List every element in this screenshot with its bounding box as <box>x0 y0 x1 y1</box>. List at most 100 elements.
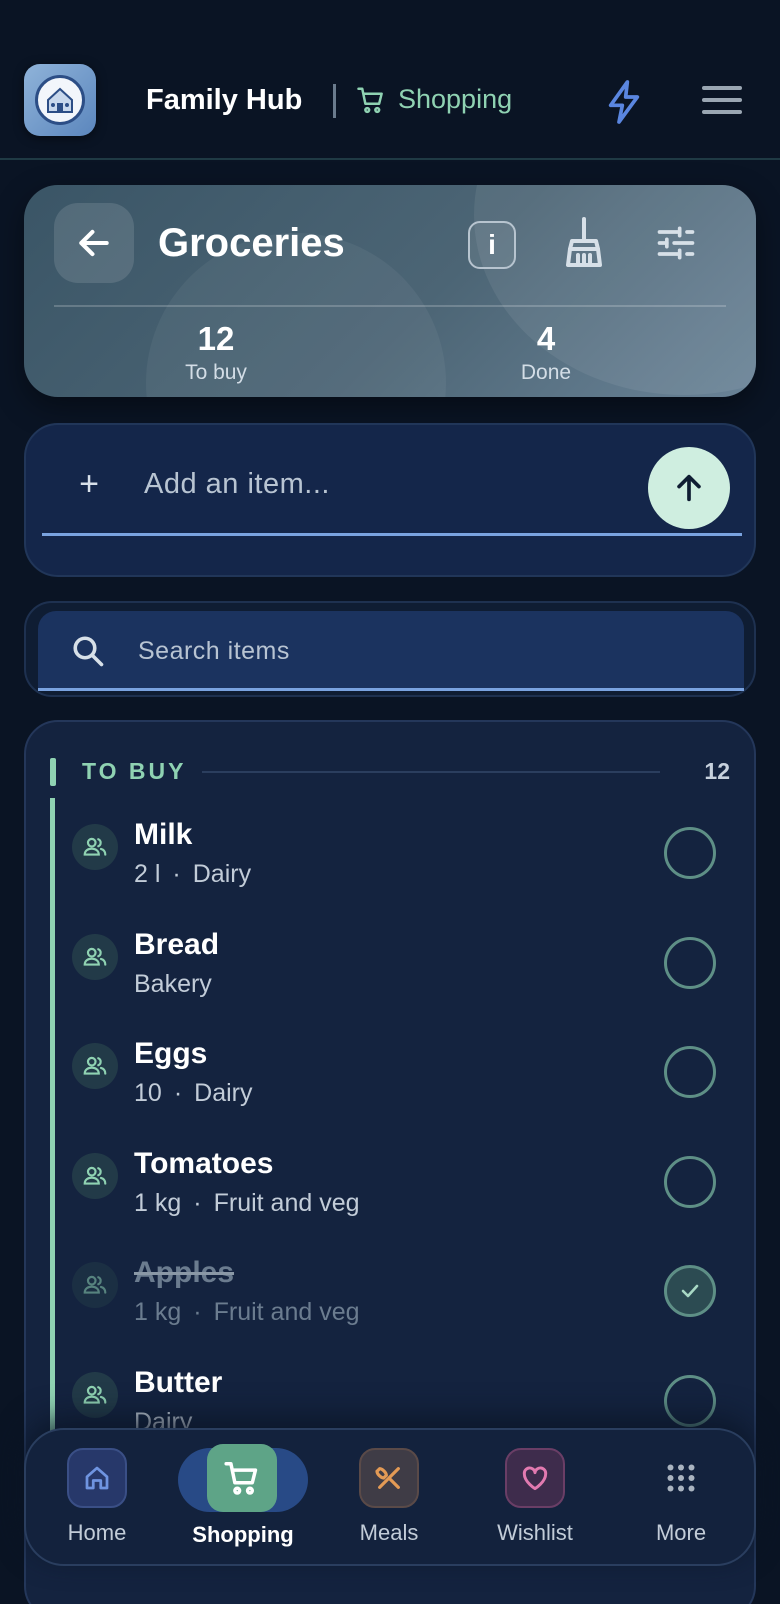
grid-icon <box>651 1448 711 1508</box>
shared-users-icon <box>72 1262 118 1308</box>
item-category: Fruit and veg <box>213 1298 360 1326</box>
nav-label: Home <box>67 1520 127 1545</box>
section-marker <box>50 758 56 786</box>
list-title: Groceries <box>158 221 345 265</box>
home-icon <box>67 1448 127 1508</box>
quick-action-button[interactable] <box>604 80 644 124</box>
stat-label: Done <box>520 361 572 384</box>
input-underline <box>42 533 742 536</box>
item-checkbox[interactable] <box>664 827 716 879</box>
item-checkbox[interactable] <box>664 1046 716 1098</box>
meta-separator: · <box>193 1188 202 1217</box>
menu-button[interactable] <box>702 86 742 116</box>
item-checkbox[interactable] <box>664 936 716 989</box>
add-item-card: + <box>24 423 756 577</box>
item-quantity: 1 kg <box>134 1188 182 1217</box>
clear-done-button[interactable] <box>560 215 608 271</box>
plus-icon: + <box>79 465 99 503</box>
list-item[interactable]: Milk 2 l · Dairy <box>66 818 726 918</box>
item-quantity: 1 kg <box>134 1298 182 1326</box>
bottom-navigation: Home Shopping Meals Wishlist More <box>24 1428 756 1566</box>
item-quantity: 2 l <box>134 860 161 888</box>
item-name: Apples <box>134 1256 235 1289</box>
list-item[interactable]: Apples 1 kg · Fruit and veg <box>66 1256 726 1356</box>
search-field <box>38 611 744 691</box>
search-icon <box>73 636 104 667</box>
app-header: Family Hub Shopping <box>0 0 780 160</box>
app-title: Family Hub <box>146 84 303 116</box>
nav-label: More <box>655 1520 707 1545</box>
meta-separator: · <box>193 1298 202 1326</box>
section-count: 12 <box>704 758 730 784</box>
item-category: Dairy <box>194 1079 253 1107</box>
item-quantity: 10 <box>134 1079 162 1107</box>
utensils-icon <box>359 1448 419 1508</box>
item-name: Tomatoes <box>134 1146 274 1180</box>
item-name: Bread <box>134 927 220 961</box>
list-header-card: Groceries i 12 To buy 4 Done <box>24 185 756 397</box>
stat-to-buy: 12 To buy <box>136 321 296 385</box>
section-label: Shopping <box>398 84 513 114</box>
nav-label: Wishlist <box>497 1520 573 1545</box>
info-button[interactable]: i <box>468 221 516 269</box>
nav-meals[interactable]: Meals <box>324 1448 454 1558</box>
info-icon: i <box>488 229 496 260</box>
nav-label: Meals <box>359 1520 419 1545</box>
item-category: Fruit and veg <box>213 1188 360 1217</box>
back-button[interactable] <box>54 203 134 283</box>
item-meta: Bakery <box>134 970 212 999</box>
family-house-logo-icon <box>35 75 85 125</box>
broom-icon <box>566 217 602 267</box>
stat-label: To buy <box>185 361 247 384</box>
item-category: Bakery <box>134 969 212 998</box>
cart-icon <box>357 87 383 113</box>
item-checkbox[interactable] <box>664 1374 716 1427</box>
app-logo[interactable] <box>24 64 96 136</box>
shared-users-icon <box>72 933 118 980</box>
nav-more[interactable]: More <box>616 1448 746 1558</box>
sliders-icon <box>657 226 695 260</box>
shared-users-icon <box>72 1152 118 1199</box>
search-input[interactable] <box>138 629 698 673</box>
item-meta: 10 · Dairy <box>134 1079 252 1108</box>
cart-icon <box>207 1444 277 1512</box>
search-card <box>24 601 756 697</box>
item-checkbox[interactable] <box>664 1155 716 1208</box>
arrow-up-icon <box>677 474 701 502</box>
list-item[interactable]: Bread Bakery <box>66 928 726 1028</box>
meta-separator: · <box>172 860 181 888</box>
item-name: Butter <box>134 1365 223 1399</box>
item-name: Milk <box>134 818 193 851</box>
submit-item-button[interactable] <box>648 447 730 529</box>
bolt-icon <box>608 80 640 124</box>
list-item[interactable]: Tomatoes 1 kg · Fruit and veg <box>66 1147 726 1247</box>
add-item-input[interactable] <box>144 459 624 509</box>
item-category: Dairy <box>192 860 252 888</box>
item-meta: 1 kg · Fruit and veg <box>134 1189 360 1218</box>
header-separator <box>333 84 336 118</box>
section-divider <box>202 771 660 773</box>
shared-users-icon <box>72 1371 118 1418</box>
list-item[interactable]: Eggs 10 · Dairy <box>66 1037 726 1137</box>
shared-users-icon <box>72 824 118 870</box>
heart-icon <box>505 1448 565 1508</box>
card-divider <box>54 305 726 307</box>
nav-label: Shopping <box>192 1522 294 1547</box>
nav-shopping[interactable]: Shopping <box>178 1444 308 1558</box>
stat-value: 4 <box>536 320 556 357</box>
stat-value: 12 <box>197 320 235 357</box>
filter-settings-button[interactable] <box>654 221 698 265</box>
nav-wishlist[interactable]: Wishlist <box>470 1448 600 1558</box>
section-title: TO BUY <box>82 758 187 784</box>
current-section: Shopping <box>356 84 512 115</box>
group-rail <box>50 798 55 1438</box>
item-meta: 1 kg · Fruit and veg <box>134 1298 360 1327</box>
item-checkbox[interactable] <box>664 1265 716 1317</box>
arrow-left-icon <box>79 229 109 257</box>
menu-icon <box>702 86 742 90</box>
item-meta: 2 l · Dairy <box>134 860 251 889</box>
nav-home[interactable]: Home <box>32 1448 162 1558</box>
meta-separator: · <box>173 1079 183 1107</box>
item-name: Eggs <box>134 1037 208 1070</box>
check-icon <box>681 1284 699 1298</box>
